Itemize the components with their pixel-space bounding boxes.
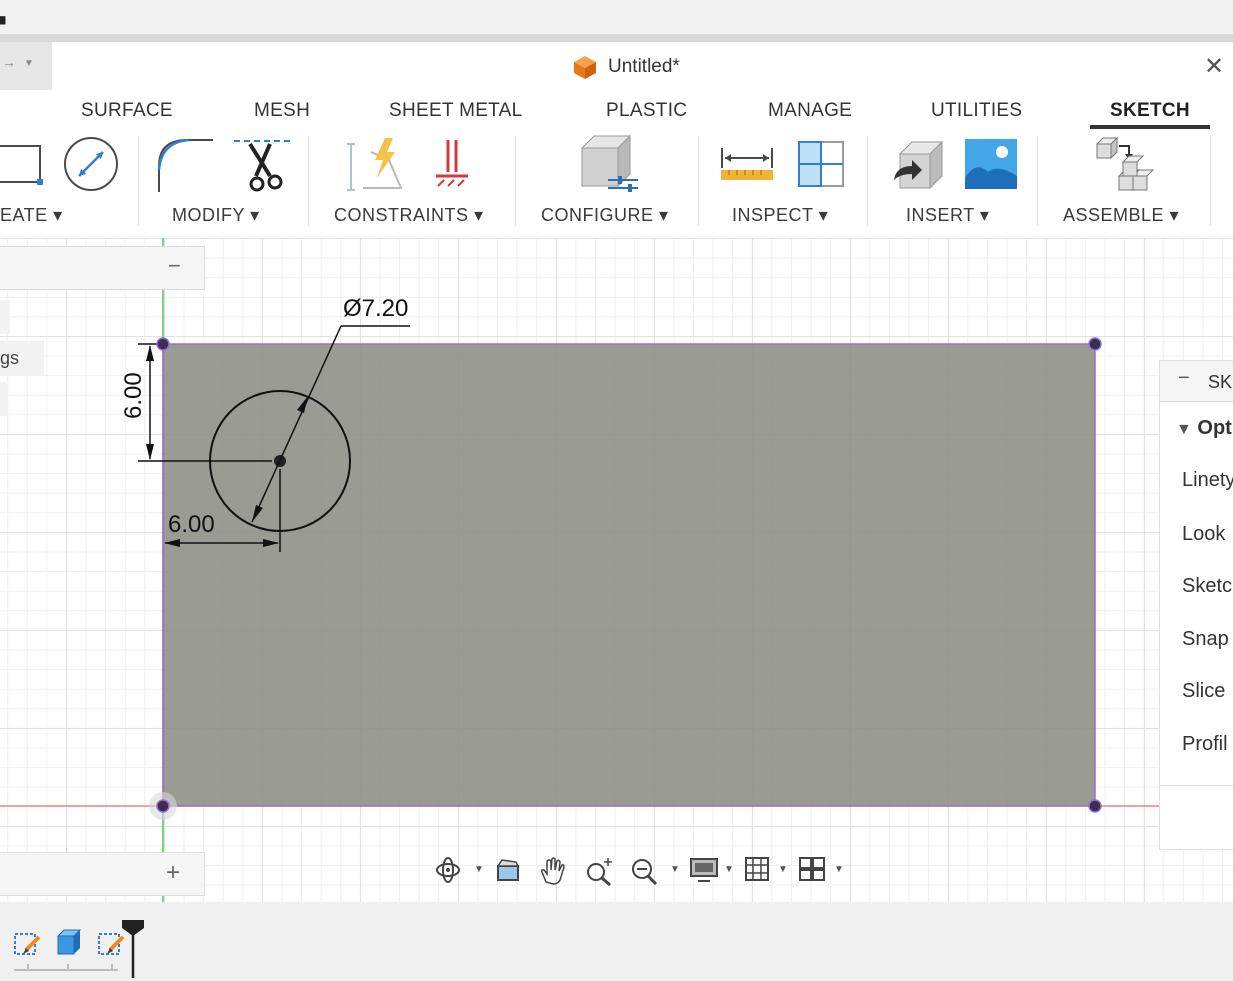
palette-row-linetype[interactable]: Linety [1182, 469, 1233, 492]
tab-plastic[interactable]: PLASTIC [606, 100, 687, 122]
assemble-components-icon[interactable] [1095, 136, 1155, 194]
sketch-geometry[interactable]: Ø7.20 6.00 6.00 [0, 238, 1233, 902]
browser-item[interactable] [0, 300, 10, 334]
insert-menu[interactable]: INSERT ▾ [906, 205, 989, 226]
options-section[interactable]: ▼ Opt [1176, 417, 1232, 440]
separator [1037, 136, 1038, 226]
section-analysis-icon[interactable] [795, 138, 847, 190]
horizontal-dimension-label[interactable]: 6.00 [168, 511, 215, 538]
circle-icon[interactable] [63, 136, 119, 192]
navigation-bar: ▼ ▼ ▼ ▼ ▼ [430, 848, 850, 892]
tab-manage[interactable]: MANAGE [768, 100, 852, 122]
timeline-bracket [14, 964, 118, 971]
orbit-icon[interactable] [434, 856, 462, 884]
browser-item-settings[interactable]: gs [0, 340, 44, 376]
modify-menu[interactable]: MODIFY ▾ [172, 205, 260, 226]
tab-nav-arrows[interactable]: → ▼ [0, 42, 52, 90]
diameter-dimension-label[interactable]: Ø7.20 [343, 295, 408, 322]
sketch-point[interactable] [156, 799, 170, 813]
sketch-palette-header: − SK [1160, 361, 1233, 402]
document-title-text: Untitled* [608, 56, 680, 77]
configure-cube-icon[interactable] [578, 134, 642, 196]
separator [515, 136, 516, 226]
sketch-point[interactable] [1088, 799, 1102, 813]
collapse-palette-icon[interactable]: − [1178, 367, 1190, 390]
display-chevron-icon[interactable]: ▼ [724, 864, 734, 875]
options-section-label: Opt [1197, 417, 1232, 439]
inspect-menu[interactable]: INSPECT ▾ [732, 205, 828, 226]
insert-derive-icon[interactable] [890, 140, 946, 192]
assemble-menu[interactable]: ASSEMBLE ▾ [1063, 205, 1179, 226]
measure-ruler-icon[interactable] [719, 146, 775, 184]
viewports-icon[interactable] [798, 856, 826, 882]
palette-row-slice[interactable]: Slice [1182, 680, 1225, 703]
tab-sheet-metal[interactable]: SHEET METAL [389, 100, 523, 122]
sketch-canvas[interactable]: Ø7.20 6.00 6.00 [0, 238, 1233, 902]
timeline [0, 902, 1233, 981]
separator [308, 136, 309, 226]
top-left-glyph: ▖ [0, 8, 11, 24]
fillet-icon[interactable] [155, 136, 217, 194]
collapse-browser-icon[interactable]: − [168, 253, 181, 279]
timeline-extrude-icon[interactable] [54, 926, 84, 958]
document-tab-bar [0, 34, 1233, 42]
active-tab-indicator [1090, 125, 1210, 129]
sketch-point[interactable] [1088, 337, 1102, 351]
look-at-icon[interactable] [494, 856, 522, 884]
palette-footer-divider [1160, 785, 1233, 786]
tab-utilities[interactable]: UTILITIES [931, 100, 1022, 122]
zoom-icon[interactable] [628, 856, 660, 886]
display-settings-icon[interactable] [688, 856, 720, 884]
constraints-icon[interactable] [345, 138, 407, 194]
constraints-menu[interactable]: CONSTRAINTS ▾ [334, 205, 484, 226]
browser-panel-header: − [0, 246, 205, 290]
comments-panel-header: + [0, 852, 205, 896]
grid-settings-icon[interactable] [744, 856, 770, 882]
product-cube-icon [574, 56, 596, 79]
sketch-palette: − SK ▼ Opt Linety Look Sketc Snap Slice … [1159, 360, 1233, 850]
close-icon[interactable]: ✕ [1204, 52, 1224, 81]
arrowhead [146, 345, 154, 361]
sketch-point[interactable] [156, 337, 170, 351]
zoom-window-icon[interactable] [584, 856, 616, 886]
triangle-down-icon: ▼ [1176, 421, 1192, 438]
rectangle-profile[interactable] [162, 343, 1096, 807]
separator [867, 136, 868, 226]
insert-image-icon[interactable] [964, 138, 1018, 190]
tab-surface[interactable]: SURFACE [81, 100, 173, 122]
trim-scissors-icon[interactable] [232, 136, 292, 194]
tab-sketch[interactable]: SKETCH [1110, 100, 1190, 122]
chevron-down-icon[interactable]: ▼ [24, 58, 34, 69]
expand-comments-icon[interactable]: + [166, 859, 180, 887]
viewports-chevron-icon[interactable]: ▼ [834, 864, 844, 875]
zoom-chevron-icon[interactable]: ▼ [670, 864, 680, 875]
sketch-palette-title: SK [1208, 372, 1233, 392]
configure-menu[interactable]: CONFIGURE ▾ [541, 205, 669, 226]
palette-row-profile[interactable]: Profil [1182, 733, 1228, 756]
arrowhead [146, 444, 154, 460]
separator [1210, 136, 1211, 226]
timeline-marker[interactable] [120, 918, 146, 980]
redo-arrow-icon[interactable]: → [2, 54, 16, 70]
timeline-sketch-icon[interactable] [12, 928, 42, 958]
fix-constraint-icon[interactable] [430, 138, 474, 194]
vertical-dimension-label[interactable]: 6.00 [120, 372, 147, 419]
separator [698, 136, 699, 226]
separator [138, 136, 139, 226]
rectangle-icon[interactable] [0, 140, 46, 186]
browser-item[interactable] [0, 382, 8, 416]
grid-chevron-icon[interactable]: ▼ [778, 864, 788, 875]
palette-row-snap[interactable]: Snap [1182, 628, 1229, 651]
tab-mesh[interactable]: MESH [254, 100, 310, 122]
palette-row-sketch-grid[interactable]: Sketc [1182, 575, 1232, 598]
create-menu[interactable]: EATE ▾ [0, 205, 63, 226]
top-strip: ▖ [0, 0, 1233, 34]
pan-hand-icon[interactable] [538, 856, 568, 886]
palette-row-look-at[interactable]: Look [1182, 523, 1225, 546]
document-title: Untitled* [572, 54, 680, 80]
orbit-chevron-icon[interactable]: ▼ [474, 864, 484, 875]
